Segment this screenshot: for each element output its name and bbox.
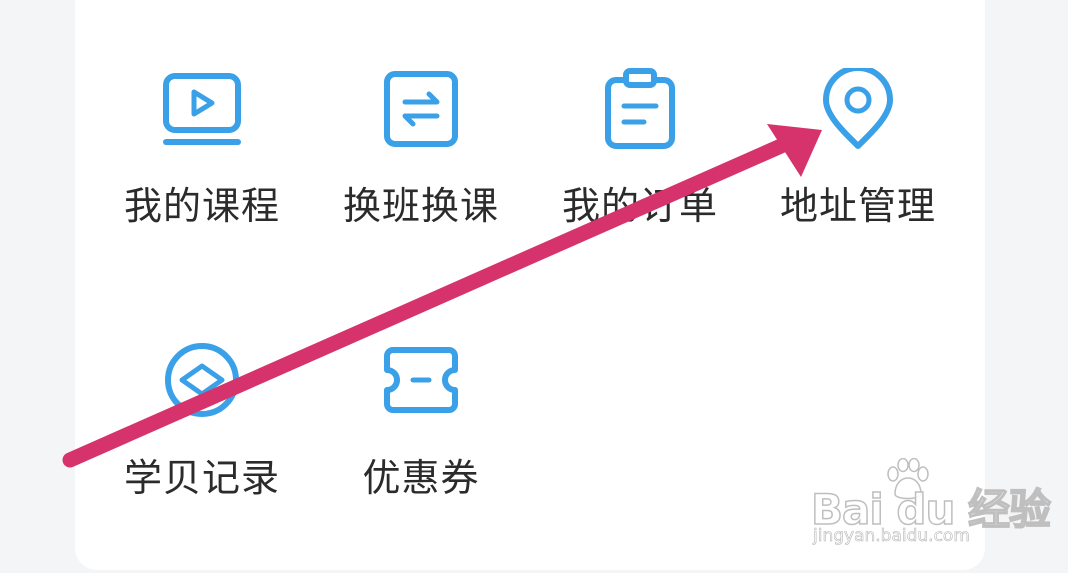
menu-item-address-management[interactable]: 地址管理: [753, 68, 963, 268]
video-screen-icon: [163, 73, 241, 145]
menu-item-label: 换班换课: [342, 184, 499, 228]
menu-item-label: 我的课程: [123, 184, 280, 228]
page: 我的课程 换班换课 我的订单 地址管理 学贝记录 优惠券 Bai du 经验 j…: [0, 0, 1068, 573]
menu-item-label: 地址管理: [779, 184, 936, 228]
menu-item-my-courses[interactable]: 我的课程: [97, 68, 307, 268]
location-pin-icon: [823, 68, 893, 149]
menu-item-shell-records[interactable]: 学贝记录: [97, 340, 307, 540]
menu-item-label: 优惠券: [362, 456, 480, 500]
watermark-url: jingyan.baidu.com: [813, 526, 970, 547]
menu-item-label: 学贝记录: [123, 456, 280, 500]
swap-arrows-icon: [384, 71, 458, 147]
shell-coin-icon: [165, 343, 239, 417]
ticket-icon: [384, 347, 458, 413]
menu-item-coupons[interactable]: 优惠券: [316, 340, 526, 540]
menu-item-label: 我的订单: [561, 184, 718, 228]
menu-item-my-orders[interactable]: 我的订单: [535, 68, 745, 268]
menu-item-change-class[interactable]: 换班换课: [316, 68, 526, 268]
baidu-jingyan-watermark: Bai du 经验 jingyan.baidu.com: [810, 458, 1052, 558]
clipboard-icon: [605, 68, 675, 149]
